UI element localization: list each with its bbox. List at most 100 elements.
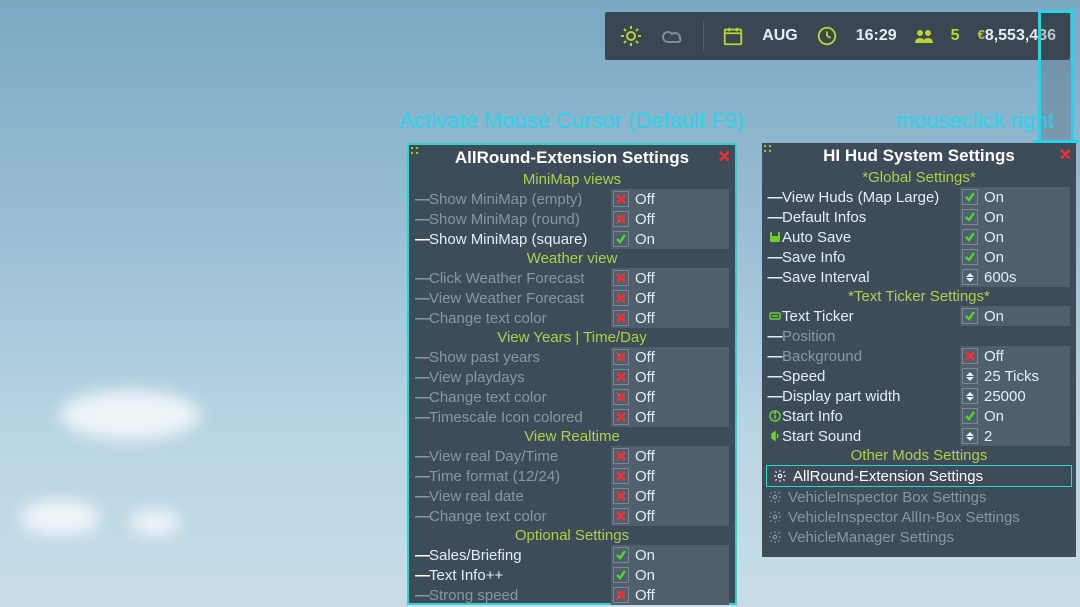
setting-label: Position	[782, 328, 1070, 345]
value-cell[interactable]: Off	[611, 407, 729, 427]
value-cell[interactable]: Off	[611, 486, 729, 506]
value-cell[interactable]: Off	[611, 189, 729, 209]
mod-link-active-frame[interactable]: AllRound-Extension Settings	[766, 465, 1072, 487]
setting-value: Off	[635, 369, 655, 386]
value-cell[interactable]: On	[960, 247, 1070, 267]
value-cell[interactable]: Off	[611, 466, 729, 486]
bullet-icon: —	[415, 231, 429, 248]
cross-icon[interactable]	[613, 349, 629, 365]
weather-sun-icon	[619, 24, 643, 48]
month-label: AUG	[762, 27, 798, 45]
cross-icon[interactable]	[613, 448, 629, 464]
mod-link[interactable]: VehicleManager Settings	[762, 527, 1076, 547]
setting-value: Off	[635, 587, 655, 604]
value-cell[interactable]: Off	[611, 288, 729, 308]
check-icon[interactable]	[962, 308, 978, 324]
cloud-decor	[20, 500, 100, 535]
spinner-icon[interactable]	[962, 428, 978, 444]
value-cell[interactable]: 25000	[960, 386, 1070, 406]
bullet-icon: —	[415, 191, 429, 208]
setting-value: Off	[635, 270, 655, 287]
value-cell[interactable]: Off	[611, 446, 729, 466]
row-icon: —	[768, 249, 782, 266]
cross-icon[interactable]	[962, 348, 978, 364]
spinner-icon[interactable]	[962, 388, 978, 404]
cross-icon[interactable]	[613, 270, 629, 286]
spinner-icon[interactable]	[962, 269, 978, 285]
cross-icon[interactable]	[613, 290, 629, 306]
check-icon[interactable]	[962, 189, 978, 205]
value-cell[interactable]: 600s	[960, 267, 1070, 287]
setting-value: 25000	[984, 388, 1026, 405]
value-cell[interactable]: On	[960, 187, 1070, 207]
row-icon: —	[768, 189, 782, 206]
separator	[703, 21, 704, 51]
cross-icon[interactable]	[613, 409, 629, 425]
value-cell[interactable]: On	[611, 545, 729, 565]
check-icon[interactable]	[613, 547, 629, 563]
check-icon[interactable]	[962, 229, 978, 245]
clock-icon	[816, 25, 838, 47]
cross-icon[interactable]	[613, 310, 629, 326]
value-cell[interactable]: On	[960, 406, 1070, 426]
setting-label: Timescale Icon colored	[429, 409, 611, 426]
setting-row: —Speed25 Ticks	[762, 366, 1076, 386]
bullet-icon: —	[415, 567, 429, 584]
cross-icon[interactable]	[613, 468, 629, 484]
drag-handle-icon[interactable]	[411, 147, 421, 157]
bullet-icon: —	[415, 488, 429, 505]
setting-label: Time format (12/24)	[429, 468, 611, 485]
check-icon[interactable]	[962, 249, 978, 265]
value-cell[interactable]: Off	[611, 585, 729, 605]
hud-system-settings-panel[interactable]: ✕ HI Hud System Settings *Global Setting…	[762, 143, 1076, 557]
section-header: Optional Settings	[409, 526, 735, 545]
check-icon[interactable]	[962, 209, 978, 225]
bullet-icon: —	[415, 547, 429, 564]
value-cell[interactable]: On	[960, 227, 1070, 247]
bullet-icon: —	[415, 310, 429, 327]
setting-row: —Change text colorOff	[409, 387, 735, 407]
close-icon[interactable]: ✕	[1059, 145, 1072, 165]
value-cell[interactable]: On	[960, 207, 1070, 227]
cross-icon[interactable]	[613, 211, 629, 227]
value-cell[interactable]: Off	[960, 346, 1070, 366]
setting-label: Auto Save	[782, 229, 960, 246]
spinner-icon[interactable]	[962, 368, 978, 384]
setting-value: Off	[635, 290, 655, 307]
setting-label: Strong speed	[429, 587, 611, 604]
setting-value: On	[984, 189, 1004, 206]
value-cell[interactable]: Off	[611, 367, 729, 387]
check-icon[interactable]	[613, 567, 629, 583]
bullet-icon: —	[415, 468, 429, 485]
row-icon	[768, 231, 782, 243]
value-cell[interactable]: Off	[611, 268, 729, 288]
cross-icon[interactable]	[613, 191, 629, 207]
mod-link[interactable]: VehicleInspector Box Settings	[762, 487, 1076, 507]
cross-icon[interactable]	[613, 587, 629, 603]
bullet-icon: —	[415, 448, 429, 465]
check-icon[interactable]	[962, 408, 978, 424]
value-cell[interactable]: 25 Ticks	[960, 366, 1070, 386]
allround-settings-panel[interactable]: ✕ AllRound-Extension Settings MiniMap vi…	[407, 143, 737, 605]
mod-link[interactable]: AllRound-Extension Settings	[767, 466, 1071, 486]
value-cell[interactable]: 2	[960, 426, 1070, 446]
value-cell[interactable]: On	[960, 306, 1070, 326]
value-cell[interactable]: Off	[611, 506, 729, 526]
value-cell[interactable]: Off	[611, 308, 729, 328]
setting-row: —BackgroundOff	[762, 346, 1076, 366]
cross-icon[interactable]	[613, 488, 629, 504]
check-icon[interactable]	[613, 231, 629, 247]
value-cell[interactable]: On	[611, 565, 729, 585]
mod-link[interactable]: VehicleInspector AllIn-Box Settings	[762, 507, 1076, 527]
cross-icon[interactable]	[613, 369, 629, 385]
value-cell[interactable]: Off	[611, 209, 729, 229]
cross-icon[interactable]	[613, 508, 629, 524]
cross-icon[interactable]	[613, 389, 629, 405]
section-header: Weather view	[409, 249, 735, 268]
value-cell[interactable]: On	[611, 229, 729, 249]
value-cell[interactable]: Off	[611, 387, 729, 407]
setting-row: —View Huds (Map Large)On	[762, 187, 1076, 207]
drag-handle-icon[interactable]	[764, 145, 774, 155]
close-icon[interactable]: ✕	[718, 147, 731, 167]
value-cell[interactable]: Off	[611, 347, 729, 367]
